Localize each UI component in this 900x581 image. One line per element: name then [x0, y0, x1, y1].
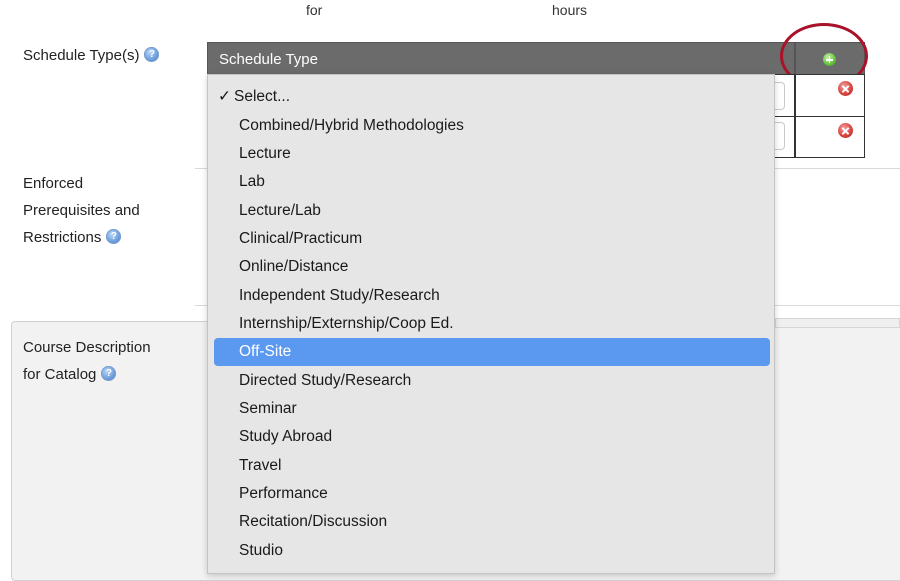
dropdown-option[interactable]: Seminar [214, 395, 770, 423]
dropdown-option[interactable]: Recitation/Discussion [214, 508, 770, 536]
schedule-row-1-delete-cell [795, 74, 865, 117]
dropdown-option[interactable]: Combined/Hybrid Methodologies [214, 112, 770, 140]
enforced-label-line2: Prerequisites and [23, 202, 140, 219]
dropdown-option[interactable]: Studio [214, 537, 770, 565]
help-icon[interactable] [101, 366, 117, 381]
dropdown-option[interactable]: Clinical/Practicum [214, 225, 770, 253]
dropdown-option-label: Select... [234, 88, 290, 105]
checkmark-icon: ✓ [218, 88, 231, 105]
schedule-types-label-text: Schedule Type(s) [23, 47, 140, 64]
dropdown-option[interactable]: Lab [214, 168, 770, 196]
course-description-label: Course Description for Catalog [23, 334, 151, 388]
schedule-types-label: Schedule Type(s) [23, 42, 160, 69]
help-icon[interactable] [144, 47, 160, 62]
description-editor-edge [775, 318, 900, 328]
dropdown-option[interactable]: Directed Study/Research [214, 367, 770, 395]
course-description-line2: for Catalog [23, 366, 97, 383]
dropdown-option[interactable]: Lecture/Lab [214, 197, 770, 225]
enforced-prereqs-label: Enforced Prerequisites and Restrictions [23, 170, 140, 251]
enforced-label-line3: Restrictions [23, 229, 102, 246]
hours-label-fragment-for: for [306, 2, 323, 18]
enforced-label-line1: Enforced [23, 175, 84, 192]
schedule-type-header-label: Schedule Type [219, 51, 318, 68]
dropdown-option[interactable]: Lecture [214, 140, 770, 168]
delete-icon[interactable] [838, 123, 853, 138]
dropdown-option[interactable]: Independent Study/Research [214, 282, 770, 310]
schedule-row-2-delete-cell [795, 116, 865, 158]
schedule-type-dropdown: ✓ Select... Combined/Hybrid Methodologies… [207, 74, 775, 574]
dropdown-option-highlighted[interactable]: Off-Site [214, 338, 770, 366]
dropdown-option[interactable]: Study Abroad [214, 423, 770, 451]
dropdown-option-select[interactable]: ✓ Select... [214, 83, 770, 111]
schedule-type-header: Schedule Type [207, 42, 795, 75]
delete-icon[interactable] [838, 81, 853, 96]
hours-label-fragment-hours: hours [552, 2, 588, 18]
course-description-line1: Course Description [23, 339, 151, 356]
help-icon[interactable] [106, 229, 122, 244]
dropdown-option[interactable]: Performance [214, 480, 770, 508]
dropdown-option[interactable]: Online/Distance [214, 253, 770, 281]
dropdown-option[interactable]: Travel [214, 452, 770, 480]
dropdown-option[interactable]: Internship/Externship/Coop Ed. [214, 310, 770, 338]
